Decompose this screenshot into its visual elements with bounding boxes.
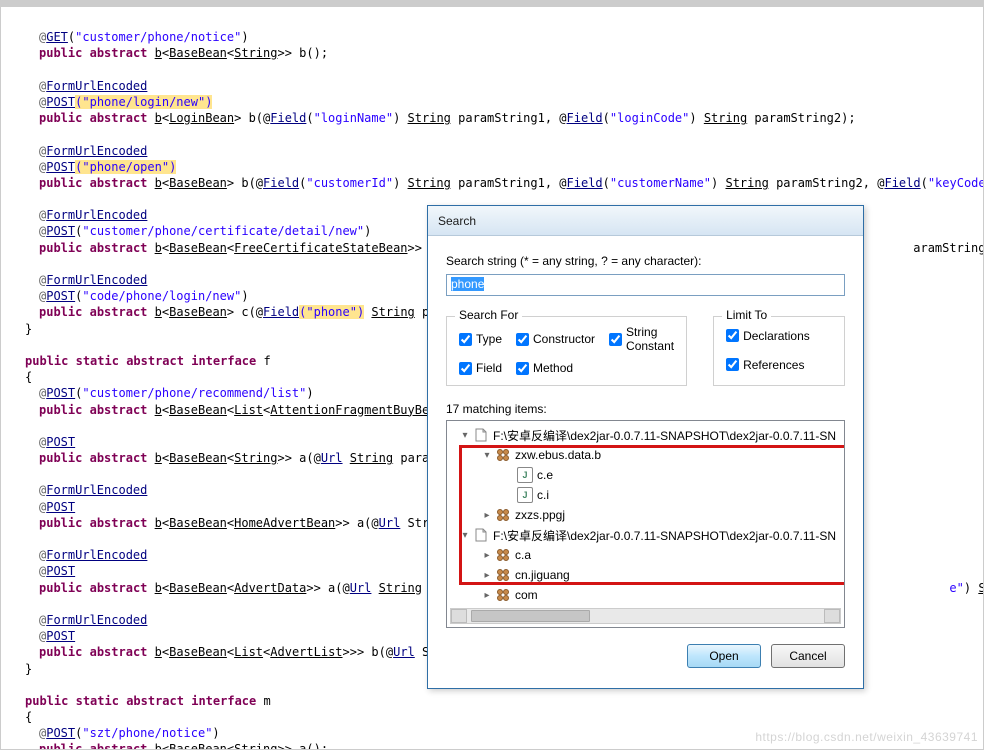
tree-expander-icon[interactable]: ▾ <box>459 429 471 441</box>
tree-node-label: F:\安卓反编译\dex2jar-0.0.7.11-SNAPSHOT\dex2j… <box>493 527 836 544</box>
tree-h-scrollbar[interactable] <box>450 608 841 624</box>
search-string-label: Search string (* = any string, ? = any c… <box>446 254 845 268</box>
cb-type[interactable]: Type <box>459 332 502 346</box>
dialog-title: Search <box>438 214 476 228</box>
tree-node-label: c.a <box>515 548 531 562</box>
package-icon <box>495 547 511 563</box>
tree-node[interactable]: Jc.e <box>449 465 842 485</box>
match-count-label: 17 matching items: <box>446 402 845 416</box>
tree-node[interactable]: ▸ cn.jiguang <box>449 565 842 585</box>
package-icon <box>495 447 511 463</box>
cancel-button[interactable]: Cancel <box>771 644 845 668</box>
tree-node[interactable]: ▾ F:\安卓反编译\dex2jar-0.0.7.11-SNAPSHOT\dex2… <box>449 525 842 545</box>
package-icon <box>495 507 511 523</box>
limit-to-legend: Limit To <box>722 308 771 322</box>
tree-node[interactable]: Jc.i <box>449 485 842 505</box>
cb-method[interactable]: Method <box>516 361 595 375</box>
tree-node-label: cn.jiguang <box>515 568 570 582</box>
class-icon: J <box>517 467 533 483</box>
file-icon <box>473 527 489 543</box>
tree-node[interactable]: ▸ com <box>449 585 842 605</box>
cb-string-constant[interactable]: String Constant <box>609 325 674 353</box>
results-tree[interactable]: ▾F:\安卓反编译\dex2jar-0.0.7.11-SNAPSHOT\dex2… <box>446 420 845 628</box>
package-icon <box>495 567 511 583</box>
watermark: https://blog.csdn.net/weixin_43639741 <box>755 730 978 744</box>
open-button[interactable]: Open <box>687 644 761 668</box>
editor-tab-strip <box>1 1 983 7</box>
cb-constructor[interactable]: Constructor <box>516 332 595 346</box>
dialog-titlebar[interactable]: Search <box>428 206 863 236</box>
tree-expander-icon[interactable] <box>503 489 515 501</box>
tree-expander-icon[interactable]: ▸ <box>481 569 493 581</box>
tree-expander-icon[interactable] <box>503 469 515 481</box>
tree-node[interactable]: ▾ F:\安卓反编译\dex2jar-0.0.7.11-SNAPSHOT\dex2… <box>449 425 842 445</box>
cb-references[interactable]: References <box>726 354 832 375</box>
package-icon <box>495 587 511 603</box>
search-input[interactable]: phone <box>446 274 845 296</box>
cb-field[interactable]: Field <box>459 361 502 375</box>
search-for-group: Search For Type Constructor String Const… <box>446 316 687 386</box>
tree-node[interactable]: ▸ zxzs.ppgj <box>449 505 842 525</box>
tree-node[interactable]: ▾ zxw.ebus.data.b <box>449 445 842 465</box>
tree-expander-icon[interactable]: ▾ <box>481 449 493 461</box>
tree-node-label: com <box>515 588 538 602</box>
search-dialog: Search Search string (* = any string, ? … <box>427 205 864 689</box>
search-for-legend: Search For <box>455 308 522 322</box>
tree-node-label: zxzs.ppgj <box>515 508 565 522</box>
limit-to-group: Limit To Declarations References <box>713 316 845 386</box>
tree-node-label: zxw.ebus.data.b <box>515 448 601 462</box>
tree-expander-icon[interactable]: ▾ <box>459 529 471 541</box>
tree-expander-icon[interactable]: ▸ <box>481 549 493 561</box>
tree-node-label: F:\安卓反编译\dex2jar-0.0.7.11-SNAPSHOT\dex2j… <box>493 427 836 444</box>
tree-expander-icon[interactable]: ▸ <box>481 589 493 601</box>
file-icon <box>473 427 489 443</box>
tree-node-label: c.e <box>537 468 553 482</box>
class-icon: J <box>517 487 533 503</box>
cb-declarations[interactable]: Declarations <box>726 325 832 346</box>
tree-expander-icon[interactable]: ▸ <box>481 509 493 521</box>
tree-node[interactable]: ▸ c.a <box>449 545 842 565</box>
tree-node-label: c.i <box>537 488 549 502</box>
